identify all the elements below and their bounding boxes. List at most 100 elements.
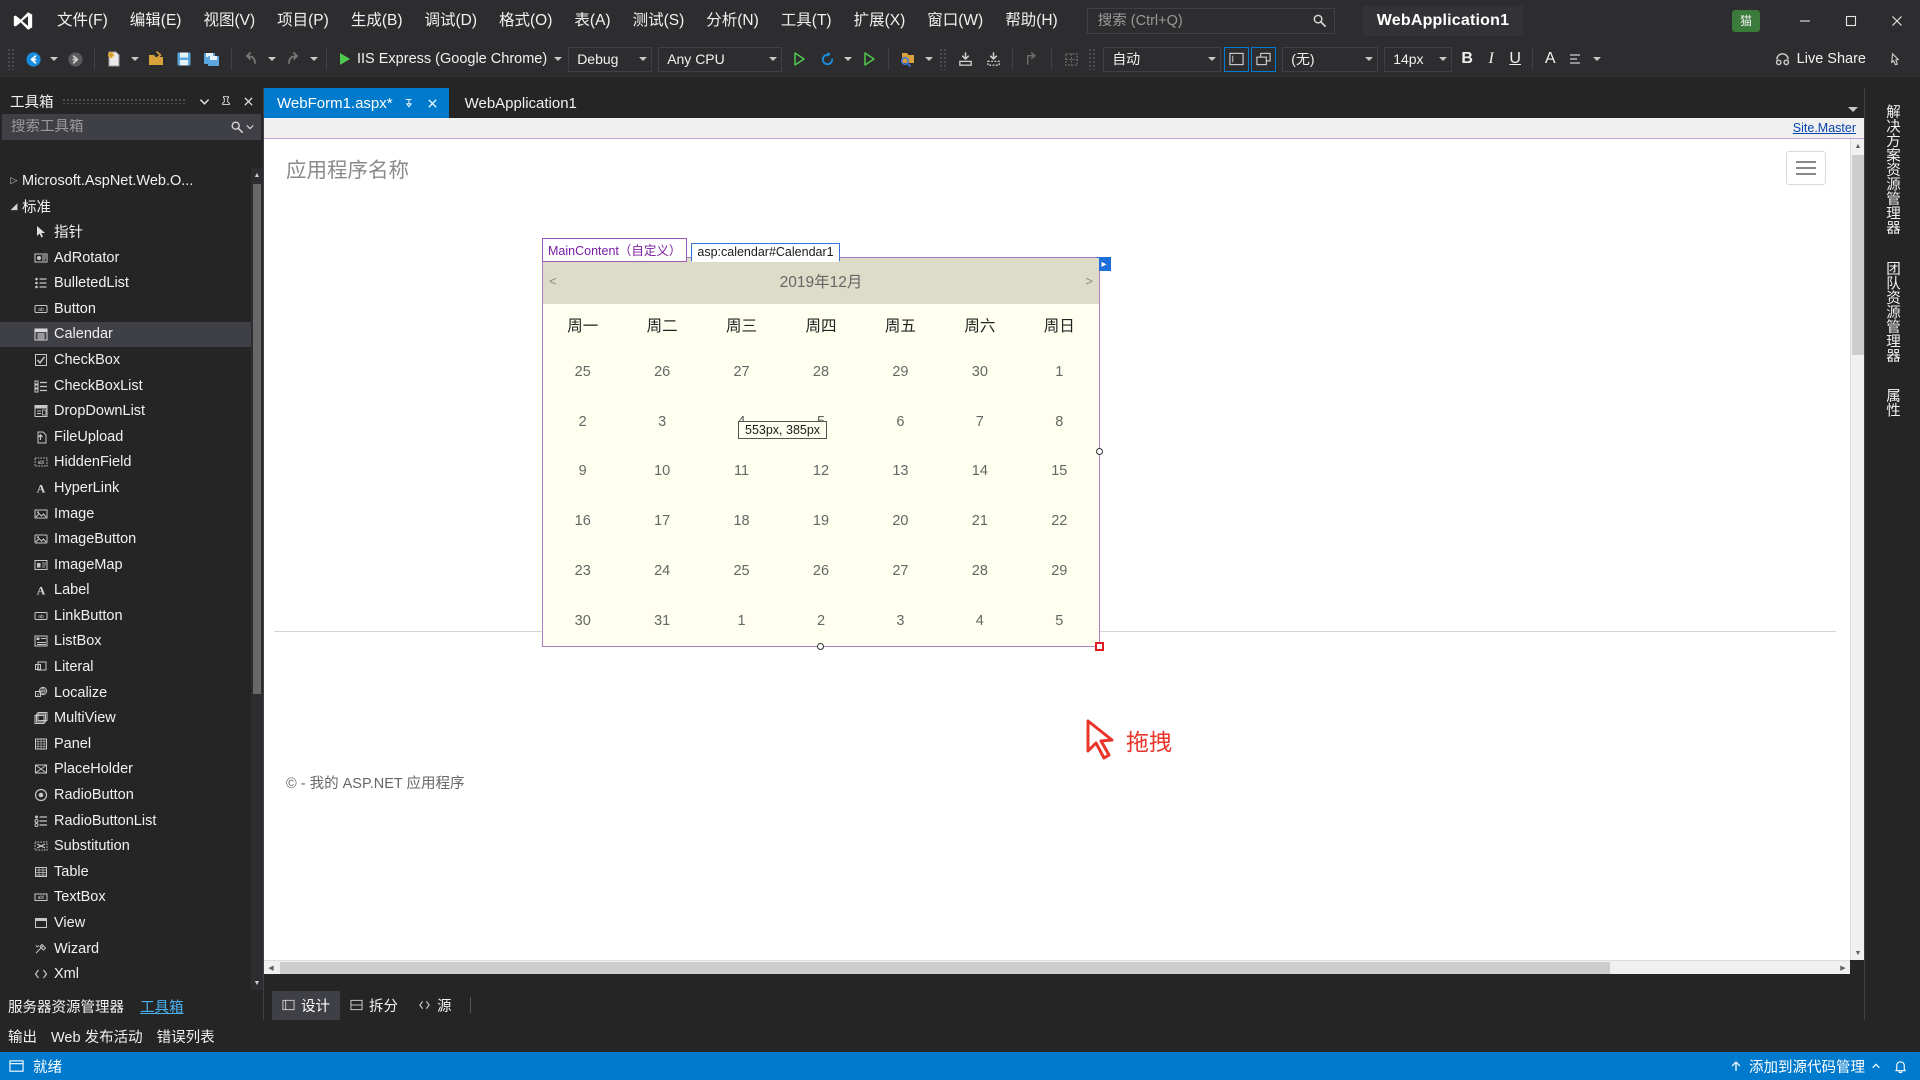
calendar-day-cell[interactable]: 1 xyxy=(1020,347,1099,397)
toolbox-drag-handle[interactable] xyxy=(61,98,185,104)
toolbox-item-checkboxlist[interactable]: CheckBoxList xyxy=(0,373,263,399)
menu-file[interactable]: 文件(F) xyxy=(46,0,119,41)
new-item-icon[interactable] xyxy=(100,45,128,73)
toolbox-item-fileupload[interactable]: FileUpload xyxy=(0,424,263,450)
toolbox-item-linkbutton[interactable]: ab LinkButton xyxy=(0,603,263,629)
toolbox-item-radiobutton[interactable]: RadioButton xyxy=(0,782,263,808)
resize-handle-bottom[interactable] xyxy=(817,643,824,650)
calendar-day-cell[interactable]: 2 xyxy=(781,596,860,646)
toolbox-search-box[interactable] xyxy=(2,114,261,140)
table-icon[interactable] xyxy=(1057,45,1085,73)
tag-calendar[interactable]: asp:calendar#Calendar1 xyxy=(691,243,840,262)
align-icon[interactable] xyxy=(1562,45,1590,73)
undo-icon[interactable] xyxy=(237,45,265,73)
split-view-icon[interactable] xyxy=(1251,46,1277,72)
font-family-combo[interactable]: (无) xyxy=(1282,46,1379,72)
save-all-icon[interactable] xyxy=(198,45,226,73)
notification-avatar-icon[interactable]: 猫 xyxy=(1732,9,1760,32)
open-file-icon[interactable] xyxy=(142,45,170,73)
calendar-day-cell[interactable]: 27 xyxy=(702,347,781,397)
toolbox-group-standard[interactable]: ◢ 标准 xyxy=(0,194,263,220)
menu-project[interactable]: 项目(P) xyxy=(266,0,340,41)
smart-tag-icon[interactable]: ▸ xyxy=(1097,257,1111,271)
notification-button[interactable] xyxy=(1893,1059,1908,1074)
toolbox-item-dropdownlist[interactable]: DropDownList xyxy=(0,398,263,424)
view-tab-source[interactable]: 源 xyxy=(408,991,462,1020)
dock-tab-toolbox[interactable]: 工具箱 xyxy=(140,996,184,1017)
calendar-day-cell[interactable]: 2 xyxy=(543,397,622,447)
toolbox-item-button[interactable]: ab Button xyxy=(0,296,263,322)
toolbox-item-imagebutton[interactable]: ImageButton xyxy=(0,526,263,552)
calendar-day-cell[interactable]: 24 xyxy=(622,546,701,596)
toolbox-item-pointer[interactable]: 指针 xyxy=(0,219,263,245)
toolbox-item-radiobuttonlist[interactable]: RadioButtonList xyxy=(0,808,263,834)
toolbar-grip-2[interactable] xyxy=(939,48,949,70)
menu-extensions[interactable]: 扩展(X) xyxy=(843,0,917,41)
bold-button[interactable]: B xyxy=(1455,45,1479,73)
global-search-box[interactable] xyxy=(1086,7,1335,34)
solution-folder-dropdown[interactable] xyxy=(922,45,936,73)
pin-icon[interactable] xyxy=(1880,45,1908,73)
configuration-combo[interactable]: Debug xyxy=(568,46,653,72)
calendar-day-cell[interactable]: 12 xyxy=(781,447,860,497)
start-debugging-button[interactable]: IIS Express (Google Chrome) xyxy=(332,45,551,73)
calendar-day-cell[interactable]: 17 xyxy=(622,496,701,546)
toolbox-item-literal[interactable]: a Literal xyxy=(0,654,263,680)
scroll-down-icon[interactable]: ▼ xyxy=(1851,946,1864,960)
menu-build[interactable]: 生成(B) xyxy=(340,0,414,41)
calendar-day-cell[interactable]: 11 xyxy=(702,447,781,497)
pin-icon[interactable] xyxy=(401,95,417,111)
resize-handle-right[interactable] xyxy=(1096,448,1103,455)
resize-handle-corner[interactable] xyxy=(1095,642,1104,651)
menu-help[interactable]: 帮助(H) xyxy=(994,0,1069,41)
view-tab-design[interactable]: 设计 xyxy=(272,990,340,1020)
toolbar-grip-3[interactable] xyxy=(1088,48,1098,70)
calendar-day-cell[interactable]: 10 xyxy=(622,447,701,497)
dock-tab-web-publish-activity[interactable]: Web 发布活动 xyxy=(51,1026,143,1047)
menu-format[interactable]: 格式(O) xyxy=(488,0,563,41)
calendar-day-cell[interactable]: 27 xyxy=(861,546,940,596)
calendar-day-cell[interactable]: 28 xyxy=(940,546,1019,596)
calendar-prev-link[interactable]: < xyxy=(549,273,557,288)
dock-properties[interactable]: 属性 xyxy=(1880,378,1906,427)
calendar-day-cell[interactable]: 20 xyxy=(861,496,940,546)
minimize-button[interactable] xyxy=(1782,0,1828,41)
toolbox-item-hyperlink[interactable]: A HyperLink xyxy=(0,475,263,501)
master-page-link[interactable]: Site.Master xyxy=(1793,121,1856,135)
start-without-debug-icon[interactable] xyxy=(785,45,813,73)
global-search-input[interactable] xyxy=(1097,12,1312,29)
toolbox-item-label[interactable]: A Label xyxy=(0,578,263,604)
calendar-day-cell[interactable]: 15 xyxy=(1020,447,1099,497)
menu-view[interactable]: 视图(V) xyxy=(192,0,266,41)
platform-combo[interactable]: Any CPU xyxy=(658,46,783,72)
refresh-icon[interactable] xyxy=(813,45,841,73)
calendar-day-cell[interactable]: 18 xyxy=(702,496,781,546)
refresh-dropdown[interactable] xyxy=(841,45,855,73)
navigate-back-icon[interactable] xyxy=(19,45,47,73)
toolbox-item-hiddenfield[interactable]: abl HiddenField xyxy=(0,450,263,476)
dock-team-explorer[interactable]: 团队资源管理器 xyxy=(1880,251,1906,373)
italic-button[interactable]: I xyxy=(1479,45,1503,73)
menu-window[interactable]: 窗口(W) xyxy=(916,0,994,41)
menu-table[interactable]: 表(A) xyxy=(563,0,621,41)
redo-dropdown[interactable] xyxy=(307,45,321,73)
calendar-day-cell[interactable]: 9 xyxy=(543,447,622,497)
calendar-day-cell[interactable]: 8 xyxy=(1020,397,1099,447)
scroll-left-icon[interactable]: ◀ xyxy=(264,961,278,974)
calendar-day-cell[interactable]: 22 xyxy=(1020,496,1099,546)
expand-icon[interactable] xyxy=(979,45,1007,73)
scrollbar-thumb[interactable] xyxy=(253,184,261,695)
align-dropdown[interactable] xyxy=(1590,45,1604,73)
goto-icon[interactable] xyxy=(1018,45,1046,73)
scrollbar-thumb[interactable] xyxy=(280,962,1610,974)
toolbox-item-localize[interactable]: a Localize xyxy=(0,680,263,706)
calendar-day-cell[interactable]: 16 xyxy=(543,496,622,546)
toolbox-item-checkbox[interactable]: CheckBox xyxy=(0,347,263,373)
hamburger-menu-icon[interactable] xyxy=(1786,151,1826,185)
block-format-combo[interactable]: 自动 xyxy=(1103,46,1222,72)
calendar-day-cell[interactable]: 3 xyxy=(861,596,940,646)
chevron-down-icon[interactable] xyxy=(244,123,256,131)
calendar-day-cell[interactable]: 29 xyxy=(861,347,940,397)
chevron-down-icon[interactable] xyxy=(1848,107,1858,112)
toolbar-grip[interactable] xyxy=(7,48,16,70)
